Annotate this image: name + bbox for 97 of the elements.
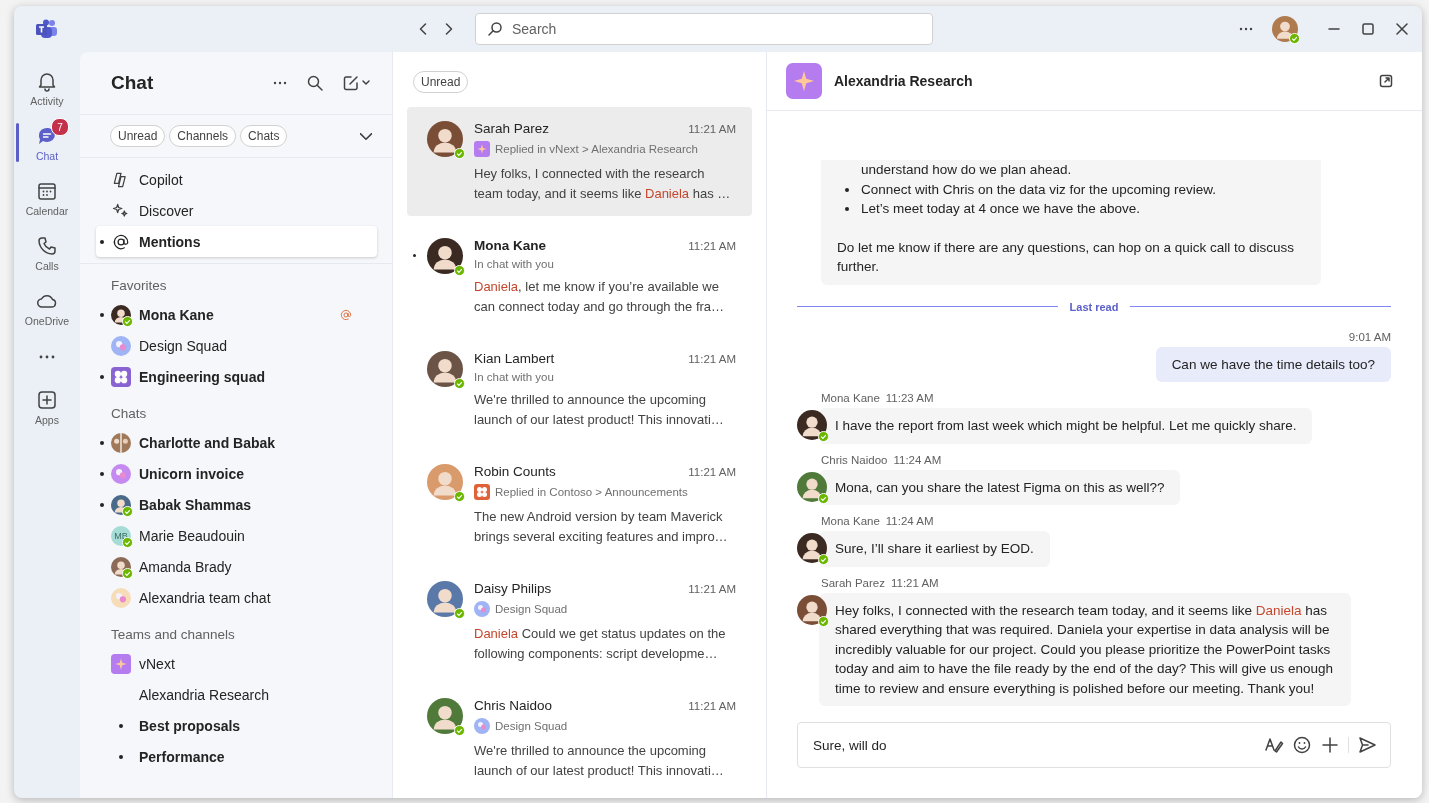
channel-item[interactable]: Alexandria Research xyxy=(96,679,377,710)
sender-name: Sarah Parez xyxy=(821,576,885,589)
more-icon xyxy=(1238,27,1254,31)
timestamp: 11:23 AM xyxy=(885,392,934,404)
chevron-right-icon xyxy=(445,23,453,35)
filter-chip[interactable]: Unread xyxy=(413,71,469,93)
chat-item[interactable]: Mona Kane xyxy=(96,299,377,330)
maximize-icon xyxy=(1362,23,1374,35)
context-label: Design Squad xyxy=(495,720,568,732)
pop-out-icon xyxy=(1378,73,1394,89)
message-bubble: understand how do we plan ahead. Connect with Chris on the data viz for the upcoming review. Let’s meet today at 4 once we have the above. Do let me know if there are any questions, can hop on a quick call to discuss further. xyxy=(821,160,1321,285)
conversation-item[interactable]: Kian Lambert 11:21 AM In chat with you We're thrilled to announce the upcoming launch of our latest product! This innovati… xyxy=(407,337,752,442)
message-bubble: Can we have the time details too? xyxy=(1155,346,1391,382)
conversation-item[interactable]: Daisy Philips 11:21 AM Design Squad Daniela Could we get status updates on the following components: script developme… xyxy=(407,567,752,676)
message-bubble: Mona, can you share the latest Figma on this as well?? xyxy=(819,469,1181,505)
rail-tab[interactable]: Activity xyxy=(14,62,80,113)
message-preview: Daniela Could we get status updates on the following components: script developme… xyxy=(474,625,727,663)
nav-item[interactable]: Copilot xyxy=(96,164,377,195)
chat-item[interactable]: Unicorn invoice xyxy=(96,458,377,489)
timestamp: 11:21 AM xyxy=(688,353,736,365)
filter-chip[interactable]: Chats xyxy=(240,125,288,147)
chat-item[interactable]: Charlotte and Babak xyxy=(96,427,377,458)
chat-item[interactable]: Design Squad xyxy=(96,330,377,361)
team-icon xyxy=(786,63,822,99)
conversation-item[interactable]: Mona Kane 11:21 AM In chat with you Daniela, let me know if you’re available we can connect today and go through the fra… xyxy=(407,224,752,329)
close-icon xyxy=(1396,23,1408,35)
last-read-divider: Last read xyxy=(1069,300,1119,313)
sender-name: Mona Kane xyxy=(474,238,546,253)
sender-name: Kian Lambert xyxy=(474,351,555,366)
timestamp: 11:21 AM xyxy=(688,240,736,252)
filter-chip[interactable]: Unread xyxy=(110,125,166,147)
section-heading: Favorites xyxy=(110,277,168,295)
rail-tab[interactable]: Apps xyxy=(14,381,80,432)
timestamp: 11:21 AM xyxy=(688,466,736,478)
nav-item[interactable]: Discover xyxy=(96,195,377,226)
message-bubble: Sure, I’ll share it earliest by EOD. xyxy=(819,531,1050,567)
notification-badge: 7 xyxy=(51,118,69,136)
timestamp: 11:24 AM xyxy=(885,515,934,527)
context-label: Replied in vNext > Alexandria Research xyxy=(495,143,698,155)
message-preview: Daniela, let me know if you’re available we can connect today and go through the fra… xyxy=(474,278,726,316)
more-icon xyxy=(272,81,288,85)
timestamp: 11:21 AM xyxy=(890,576,939,589)
compose-icon xyxy=(342,74,372,92)
add-icon[interactable] xyxy=(1320,735,1340,755)
sender-name: Daisy Philips xyxy=(474,581,552,596)
sender-name: Sarah Parez xyxy=(474,121,550,136)
emoji-icon[interactable] xyxy=(1292,735,1312,755)
timestamp: 11:24 AM xyxy=(893,453,942,466)
section-heading: Chats xyxy=(110,405,148,423)
timestamp: 11:21 AM xyxy=(688,583,736,595)
context-label: Replied in Contoso > Announcements xyxy=(495,486,688,498)
sender-name: Chris Naidoo xyxy=(821,453,888,466)
message-bubble: I have the report from last week which might be helpful. Let me quickly share. xyxy=(819,408,1313,444)
context-label: Design Squad xyxy=(495,603,568,615)
rail-tab[interactable]: OneDrive xyxy=(14,282,80,333)
sender-name: Chris Naidoo xyxy=(474,698,553,713)
context-label: In chat with you xyxy=(474,258,554,270)
sender-name: Robin Counts xyxy=(474,464,556,479)
minimize-icon xyxy=(1328,28,1340,30)
timestamp: 11:21 AM xyxy=(688,700,736,712)
section-heading: Teams and channels xyxy=(110,626,236,644)
search-icon xyxy=(306,74,324,92)
rail-tab[interactable]: 7 Chat xyxy=(14,117,80,168)
more-icon xyxy=(39,355,55,359)
sender-name: Mona Kane xyxy=(821,392,880,404)
timestamp: 11:21 AM xyxy=(688,123,736,135)
chat-item[interactable]: Babak Shammas xyxy=(96,489,377,520)
message-bubble: Hey folks, I connected with the research team today, and it seems like Daniela has shared everything that was required. Daniela your expertise in data analysis will be incredibly valuable for our project. Could you please prioritize the PowerPoint tasks today and aim to have the file ready by the end of the day? This will give us enough time to review and ensure everything is polished before our meeting. Thank you! xyxy=(819,592,1351,706)
format-icon[interactable] xyxy=(1264,735,1284,755)
conversation-item[interactable]: Sarah Parez 11:21 AM Replied in vNext > Alexandria Research Hey folks, I connected with the research team today, and it seems like Daniela has … xyxy=(407,107,752,216)
search-field[interactable]: Search xyxy=(475,13,933,45)
sender-name: Mona Kane xyxy=(821,515,880,527)
pane-title: Chat xyxy=(111,72,154,94)
filter-chip[interactable]: Channels xyxy=(169,125,237,147)
chat-item[interactable]: Engineering squad xyxy=(96,361,377,392)
message-preview: We're thrilled to announce the upcoming launch of our latest product! This innovati… xyxy=(474,742,725,780)
rail-tab[interactable]: Calls xyxy=(14,227,80,278)
context-label: In chat with you xyxy=(474,371,554,383)
channel-item[interactable]: Best proposals xyxy=(96,710,377,741)
message-preview: Hey folks, I connected with the research team today, and it seems like Daniela has … xyxy=(474,165,732,203)
timestamp: 9:01 AM xyxy=(1348,330,1391,343)
chat-item[interactable]: Alexandria team chat xyxy=(96,582,377,613)
conversation-item[interactable]: Robin Counts 11:21 AM Replied in Contoso > Announcements The new Android version by team Maverick brings several exciting features and impro… xyxy=(407,450,752,559)
rail-tab[interactable]: Calendar xyxy=(14,172,80,223)
message-preview: The new Android version by team Maverick brings several exciting features and impro… xyxy=(474,508,729,546)
message-preview: We're thrilled to announce the upcoming launch of our latest product! This innovati… xyxy=(474,391,725,429)
conversation-item[interactable]: Chris Naidoo 11:21 AM Design Squad We're thrilled to announce the upcoming launch of our latest product! This innovati… xyxy=(407,684,752,793)
chat-item[interactable]: Amanda Brady xyxy=(96,551,377,582)
conversation-title: Alexandria Research xyxy=(834,73,973,89)
message-field[interactable]: Sure, will do xyxy=(797,722,1391,768)
teams-logo[interactable] xyxy=(36,19,58,39)
nav-item[interactable]: Mentions xyxy=(96,226,377,257)
chat-item[interactable]: vNext xyxy=(96,648,377,679)
chevron-left-icon xyxy=(419,23,427,35)
send-icon[interactable] xyxy=(1357,735,1377,755)
channel-item[interactable]: Performance xyxy=(96,741,377,772)
chevron-down-icon xyxy=(360,132,372,140)
